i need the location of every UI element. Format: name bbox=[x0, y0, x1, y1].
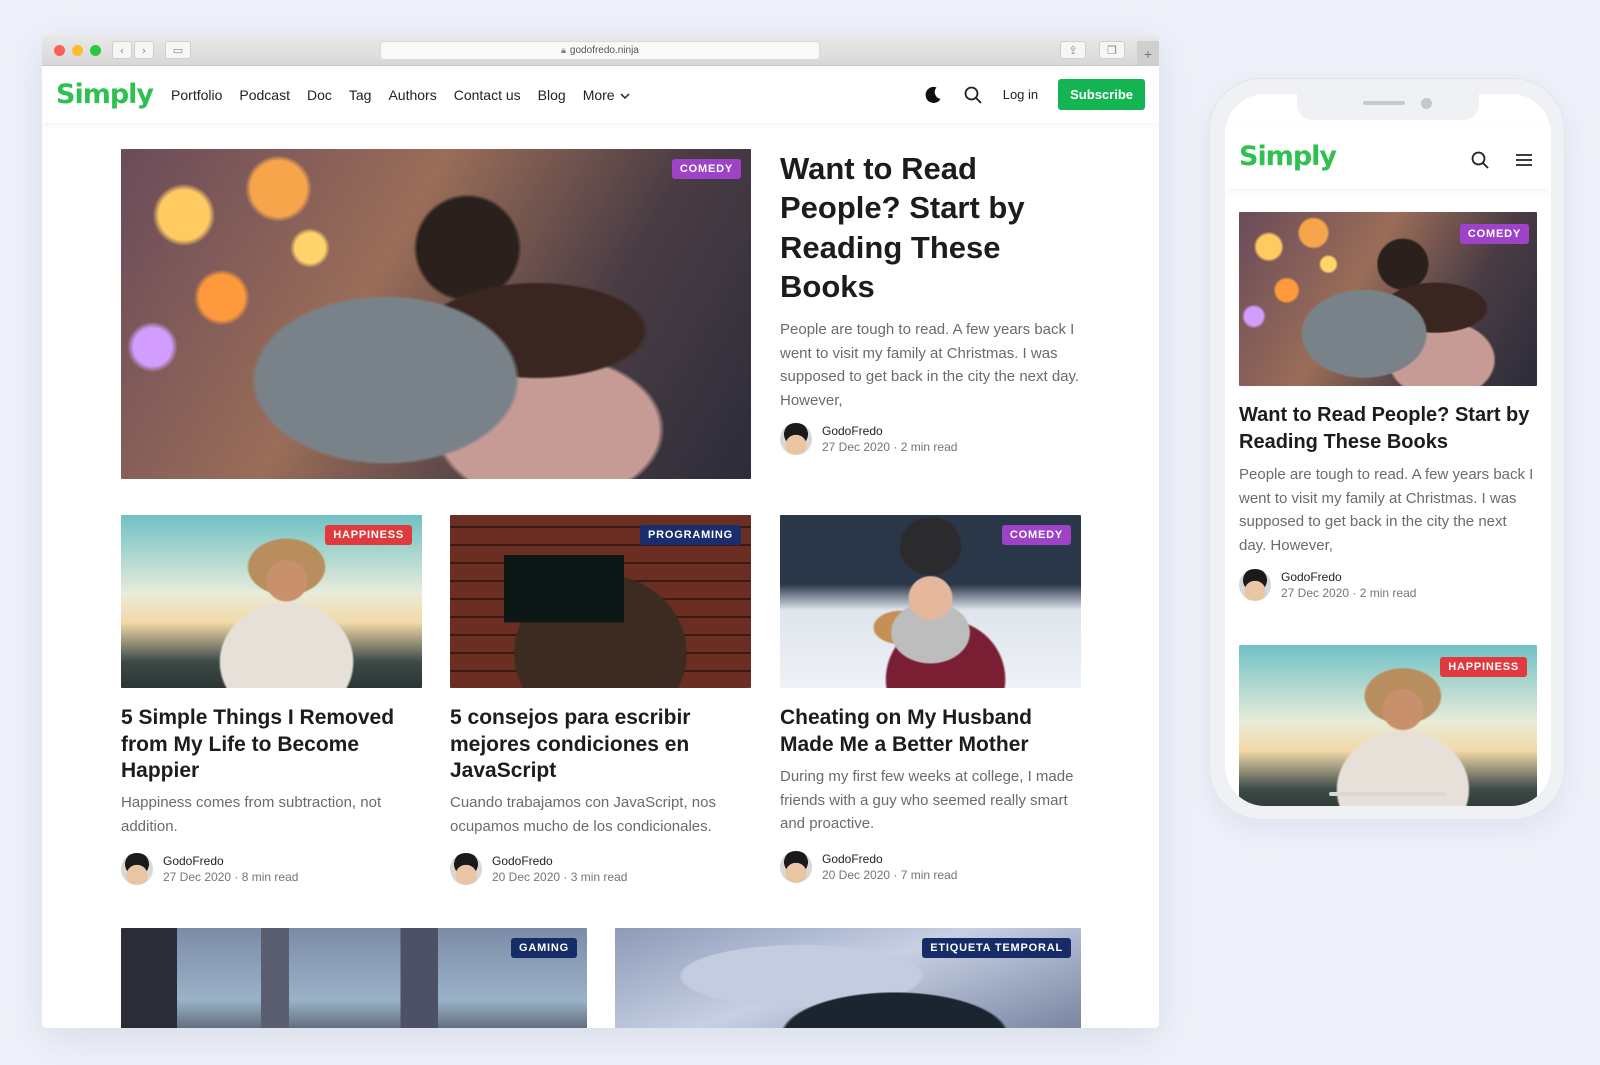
mobile-post-image-2[interactable]: HAPPINESS bbox=[1239, 645, 1537, 806]
back-icon[interactable]: ‹ bbox=[112, 41, 132, 59]
minimize-window-button[interactable] bbox=[72, 45, 83, 56]
author-name: GodoFredo bbox=[822, 424, 883, 438]
post-excerpt-2: Cuando trabajamos con JavaScript, nos oc… bbox=[450, 794, 716, 835]
featured-post-tag[interactable]: COMEDY bbox=[671, 159, 741, 179]
mobile-post-tag-2[interactable]: HAPPINESS bbox=[1440, 657, 1527, 677]
maximize-window-button[interactable] bbox=[90, 45, 101, 56]
nav-link-doc[interactable]: Doc bbox=[307, 87, 332, 103]
featured-post-excerpt: People are tough to read. A few years ba… bbox=[780, 321, 1080, 409]
avatar bbox=[780, 851, 812, 883]
mobile-featured-excerpt: People are tough to read. A few years ba… bbox=[1239, 466, 1534, 554]
mobile-featured-tag[interactable]: COMEDY bbox=[1459, 224, 1529, 244]
post-meta: 27 Dec 2020 · 8 min read bbox=[163, 870, 299, 884]
forward-icon[interactable]: › bbox=[134, 41, 154, 59]
featured-post-title[interactable]: Want to Read People? Start by Reading Th… bbox=[780, 149, 1080, 306]
nav-links: Portfolio Podcast Doc Tag Authors Contac… bbox=[171, 87, 631, 103]
post-author-3[interactable]: GodoFredo 20 Dec 2020 · 7 min read bbox=[780, 851, 957, 883]
site-logo[interactable]: Simply bbox=[56, 79, 154, 110]
close-window-button[interactable] bbox=[54, 45, 65, 56]
author-name: GodoFredo bbox=[163, 854, 224, 868]
mobile-featured-author[interactable]: GodoFredo 27 Dec 2020 · 2 min read bbox=[1239, 569, 1416, 601]
phone-screen: Simply COMEDY Want to Read People? Start… bbox=[1225, 94, 1551, 806]
new-tab-button[interactable]: + bbox=[1137, 41, 1159, 66]
site-navbar: Simply Portfolio Podcast Doc Tag Authors… bbox=[42, 66, 1159, 123]
speaker bbox=[1363, 101, 1405, 105]
mobile-featured-image[interactable]: COMEDY bbox=[1239, 212, 1537, 386]
nav-link-podcast[interactable]: Podcast bbox=[239, 87, 290, 103]
post-image-3[interactable]: COMEDY bbox=[780, 515, 1081, 688]
post-excerpt-1: Happiness comes from subtraction, not ad… bbox=[121, 794, 382, 835]
post-image-2[interactable]: PROGRAMING bbox=[450, 515, 751, 688]
nav-link-contact[interactable]: Contact us bbox=[454, 87, 521, 103]
address-bar[interactable]: 🔒︎ godofredo.ninja bbox=[380, 41, 820, 60]
post-meta: 20 Dec 2020 · 7 min read bbox=[822, 868, 958, 882]
search-icon[interactable] bbox=[1470, 150, 1490, 170]
post-feed: COMEDY Want to Read People? Start by Rea… bbox=[42, 123, 1159, 1028]
post-image-5[interactable]: ETIQUETA TEMPORAL bbox=[615, 928, 1081, 1028]
login-link[interactable]: Log in bbox=[1003, 87, 1038, 102]
nav-link-portfolio[interactable]: Portfolio bbox=[171, 87, 222, 103]
post-title-3[interactable]: Cheating on My Husband Made Me a Better … bbox=[780, 705, 1081, 758]
post-image-4[interactable]: GAMING bbox=[121, 928, 587, 1028]
post-excerpt-3: During my first few weeks at college, I … bbox=[780, 768, 1074, 833]
author-name: GodoFredo bbox=[492, 854, 553, 868]
post-image-1[interactable]: HAPPINESS bbox=[121, 515, 422, 688]
moon-icon[interactable] bbox=[923, 85, 943, 105]
nav-link-authors[interactable]: Authors bbox=[388, 87, 436, 103]
post-tag-4[interactable]: GAMING bbox=[510, 938, 577, 958]
nav-link-blog[interactable]: Blog bbox=[538, 87, 566, 103]
post-title-1[interactable]: 5 Simple Things I Removed from My Life t… bbox=[121, 705, 422, 785]
nav-link-more-label: More bbox=[582, 86, 615, 103]
sidebar-toggle-icon[interactable]: ▭ bbox=[165, 41, 191, 59]
post-tag-2[interactable]: PROGRAMING bbox=[640, 525, 741, 545]
tabs-icon[interactable]: ❐ bbox=[1099, 41, 1125, 59]
post-title-2[interactable]: 5 consejos para escribir mejores condici… bbox=[450, 705, 751, 785]
nav-actions: Log in Subscribe bbox=[923, 79, 1145, 110]
avatar bbox=[450, 853, 482, 885]
chevron-down-icon bbox=[620, 92, 631, 99]
search-icon[interactable] bbox=[963, 85, 983, 105]
mobile-site-logo[interactable]: Simply bbox=[1239, 141, 1337, 172]
share-icon[interactable]: ⇪ bbox=[1060, 41, 1086, 59]
camera bbox=[1421, 98, 1432, 109]
author-name: GodoFredo bbox=[822, 852, 883, 866]
post-tag-3[interactable]: COMEDY bbox=[1001, 525, 1071, 545]
phone-mockup: Simply COMEDY Want to Read People? Start… bbox=[1209, 78, 1565, 820]
mobile-navbar: Simply bbox=[1225, 127, 1551, 189]
post-tag-5[interactable]: ETIQUETA TEMPORAL bbox=[922, 938, 1071, 958]
author-name: GodoFredo bbox=[1281, 570, 1342, 584]
post-tag-1[interactable]: HAPPINESS bbox=[325, 525, 412, 545]
address-url: godofredo.ninja bbox=[569, 45, 639, 56]
avatar bbox=[1239, 569, 1271, 601]
browser-window: ‹ › ▭ 🔒︎ godofredo.ninja ⇪ ❐ + Simply Po… bbox=[42, 35, 1159, 1028]
avatar bbox=[780, 423, 812, 455]
nav-link-more[interactable]: More bbox=[583, 87, 631, 103]
post-meta: 27 Dec 2020 · 2 min read bbox=[822, 440, 958, 454]
browser-chrome: ‹ › ▭ 🔒︎ godofredo.ninja ⇪ ❐ + bbox=[42, 35, 1159, 66]
featured-post-author[interactable]: GodoFredo 27 Dec 2020 · 2 min read bbox=[780, 423, 957, 455]
post-meta: 20 Dec 2020 · 3 min read bbox=[492, 870, 628, 884]
featured-post-image[interactable]: COMEDY bbox=[121, 149, 751, 479]
home-indicator bbox=[1329, 792, 1447, 796]
menu-icon[interactable] bbox=[1514, 150, 1534, 170]
nav-link-tag[interactable]: Tag bbox=[349, 87, 372, 103]
post-author-1[interactable]: GodoFredo 27 Dec 2020 · 8 min read bbox=[121, 853, 298, 885]
avatar bbox=[121, 853, 153, 885]
post-author-2[interactable]: GodoFredo 20 Dec 2020 · 3 min read bbox=[450, 853, 627, 885]
mobile-featured-title[interactable]: Want to Read People? Start by Reading Th… bbox=[1239, 402, 1537, 455]
subscribe-button[interactable]: Subscribe bbox=[1058, 79, 1145, 110]
post-meta: 27 Dec 2020 · 2 min read bbox=[1281, 586, 1417, 600]
phone-notch bbox=[1297, 94, 1479, 120]
lock-icon: 🔒︎ bbox=[561, 45, 566, 55]
